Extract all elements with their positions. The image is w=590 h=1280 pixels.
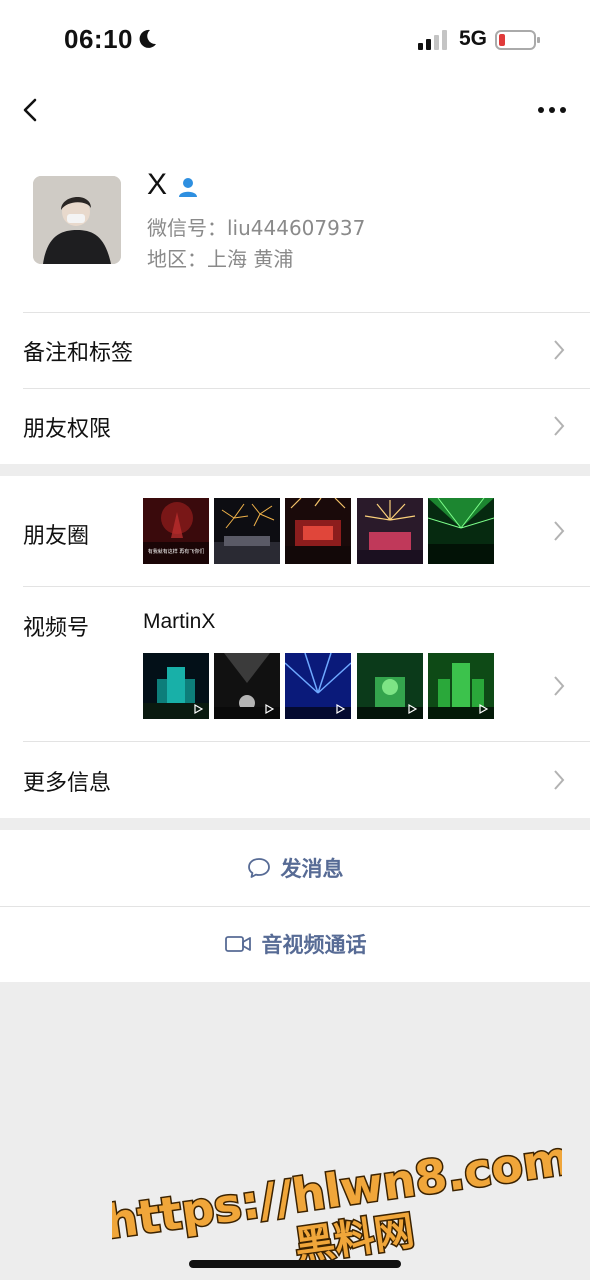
profile-name: X <box>147 168 168 201</box>
send-message-button[interactable]: 发消息 <box>0 830 590 906</box>
channels-name: MartinX <box>143 610 216 633</box>
row-channels[interactable]: 视频号 MartinX <box>0 586 590 741</box>
watermark: https://hlwn8.com 黑料网 <box>112 1129 562 1272</box>
moments-thumbnail <box>285 498 351 564</box>
video-camera-icon <box>224 936 251 952</box>
av-call-button[interactable]: 音视频通话 <box>0 906 590 982</box>
settings-card: 备注和标签 朋友权限 <box>0 312 590 464</box>
chevron-right-icon <box>554 676 565 696</box>
back-arrow-icon[interactable] <box>18 90 44 130</box>
moments-thumbnail <box>428 498 494 564</box>
region: 地区：上海 黄浦 <box>147 247 294 271</box>
home-indicator[interactable] <box>189 1260 401 1268</box>
channel-video-thumbnail <box>428 653 494 719</box>
row-label: 视频号 <box>23 616 90 641</box>
row-friend-permissions[interactable]: 朋友权限 <box>0 388 590 464</box>
row-label: 备注和标签 <box>23 341 134 366</box>
signal-icon <box>418 30 447 50</box>
network-type: 5G <box>459 27 488 50</box>
nav-bar <box>0 80 590 140</box>
send-message-label: 发消息 <box>280 857 344 881</box>
moon-icon <box>139 29 156 48</box>
contact-person-icon <box>179 178 197 197</box>
avatar[interactable] <box>33 176 121 264</box>
row-notes-tags[interactable]: 备注和标签 <box>0 312 590 388</box>
chevron-right-icon <box>554 770 565 790</box>
content-card: 朋友圈 有我就有这样 再有飞你们 视频号 MartinX 更多信息 <box>0 476 590 818</box>
moments-thumbnail <box>357 498 423 564</box>
chevron-right-icon <box>554 416 565 436</box>
more-options-icon[interactable] <box>536 94 568 126</box>
moments-thumbnail <box>214 498 280 564</box>
status-time: 06:10 <box>64 24 133 54</box>
wechat-id: 微信号：liu444607937 <box>147 216 366 240</box>
chevron-right-icon <box>554 340 565 360</box>
thumbnail-caption: 有我就有这样 再有飞你们 <box>148 548 205 555</box>
status-bar: 06:10 5G <box>0 0 590 80</box>
row-moments[interactable]: 朋友圈 有我就有这样 再有飞你们 <box>0 476 590 586</box>
channel-video-thumbnail <box>143 653 209 719</box>
av-call-label: 音视频通话 <box>261 933 367 957</box>
channel-video-thumbnail <box>285 653 351 719</box>
row-label: 更多信息 <box>23 771 112 796</box>
battery-icon <box>495 30 540 50</box>
chevron-right-icon <box>554 521 565 541</box>
channel-video-thumbnail <box>214 653 280 719</box>
chat-bubble-icon <box>247 858 270 878</box>
channel-video-thumbnail <box>357 653 423 719</box>
moments-thumbnail: 有我就有这样 再有飞你们 <box>143 498 209 564</box>
profile-header: X 微信号：liu444607937 地区：上海 黄浦 <box>0 140 590 312</box>
actions-card: 发消息 音视频通话 <box>0 830 590 982</box>
row-label: 朋友圈 <box>23 524 90 549</box>
row-more-info[interactable]: 更多信息 <box>0 741 590 818</box>
row-label: 朋友权限 <box>23 417 112 442</box>
